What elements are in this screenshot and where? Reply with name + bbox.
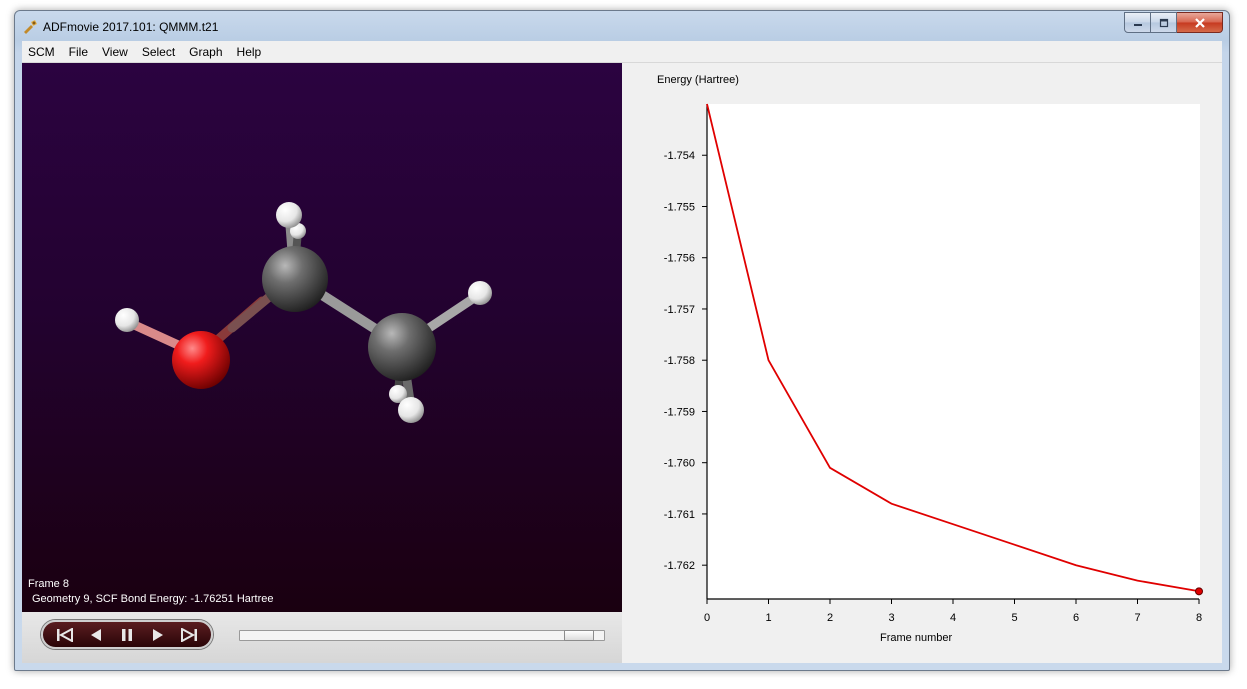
y-tick-label: -1.755 [664,201,695,213]
molecule-viewer[interactable]: Frame 8 Geometry 9, SCF Bond Energy: -1.… [22,63,622,612]
title-bar[interactable]: ADFmovie 2017.101: QMMM.t21 [15,11,1229,41]
atom-h-right [468,281,492,305]
minimize-icon [1133,23,1142,26]
y-tick-label: -1.760 [664,458,695,470]
previous-frame-icon [90,628,101,641]
y-tick-label: -1.758 [664,355,695,367]
frame-slider-thumb[interactable] [564,630,594,641]
y-tick-label: -1.757 [664,304,695,316]
x-tick-label: 2 [827,612,833,624]
pause-icon [121,628,132,641]
y-tick-label: -1.756 [664,253,695,265]
y-axis: -1.754 -1.755 -1.756 -1.757 -1.758 -1.759 -1.7… [664,104,708,599]
close-button[interactable] [1177,12,1223,33]
x-tick-label: 3 [888,612,894,624]
app-window: ADFmovie 2017.101: QMMM.t21 SCM File Vie… [14,10,1230,671]
y-tick-label: -1.762 [664,560,695,572]
menu-bar: SCM File View Select Graph Help [22,41,1222,63]
menu-graph[interactable]: Graph [182,45,229,59]
playback-bar [22,612,622,663]
atom-h-top [276,202,302,228]
next-frame-icon [153,628,164,641]
menu-file[interactable]: File [62,45,95,59]
x-tick-label: 7 [1134,612,1140,624]
frame-label: Frame 8 [28,578,69,590]
window-title: ADFmovie 2017.101: QMMM.t21 [43,20,219,34]
atoms [115,202,492,423]
previous-frame-button[interactable] [85,625,107,645]
y-tick-label: -1.761 [664,509,695,521]
energy-graph-panel: Energy (Hartree) -1.754 -1.755 -1.756 -1.75… [622,63,1222,663]
x-tick-label: 5 [1011,612,1017,624]
restore-icon [1159,18,1168,27]
last-frame-button[interactable] [178,625,200,645]
atom-oxygen [172,331,230,389]
x-tick-label: 4 [950,612,956,624]
adf-app-icon [24,20,37,34]
atom-h-bottom [398,397,424,423]
last-frame-icon [181,627,198,642]
energy-chart[interactable]: -1.754 -1.755 -1.756 -1.757 -1.758 -1.759 -1.7… [622,63,1222,663]
first-frame-button[interactable] [54,625,76,645]
menu-scm[interactable]: SCM [22,45,62,59]
next-frame-button[interactable] [147,625,169,645]
x-tick-label: 6 [1073,612,1079,624]
close-icon [1194,17,1205,28]
geometry-energy-label: Geometry 9, SCF Bond Energy: -1.76251 Ha… [32,593,274,605]
y-tick-label: -1.754 [664,150,695,162]
x-tick-label: 0 [704,612,710,624]
first-frame-icon [56,627,73,642]
x-tick-label: 8 [1196,612,1202,624]
menu-view[interactable]: View [95,45,135,59]
restore-button[interactable] [1151,12,1177,33]
pause-button[interactable] [116,625,138,645]
playback-controls [41,620,213,649]
atom-carbon-1 [262,246,328,312]
y-tick-label: -1.759 [664,406,695,418]
client-area: Frame 8 Geometry 9, SCF Bond Energy: -1.… [22,63,1222,663]
atom-carbon-2 [368,313,436,381]
menu-help[interactable]: Help [230,45,269,59]
atom-h-hydroxyl [115,308,139,332]
x-axis-title: Frame number [880,632,953,644]
window-controls [1124,12,1223,33]
minimize-button[interactable] [1124,12,1151,33]
x-tick-label: 1 [765,612,771,624]
x-axis: 0 1 2 3 4 5 6 7 8 [704,598,1202,624]
current-frame-marker[interactable] [1195,587,1203,596]
menu-select[interactable]: Select [135,45,182,59]
frame-slider[interactable] [239,630,605,641]
molecule-canvas[interactable] [22,63,622,612]
